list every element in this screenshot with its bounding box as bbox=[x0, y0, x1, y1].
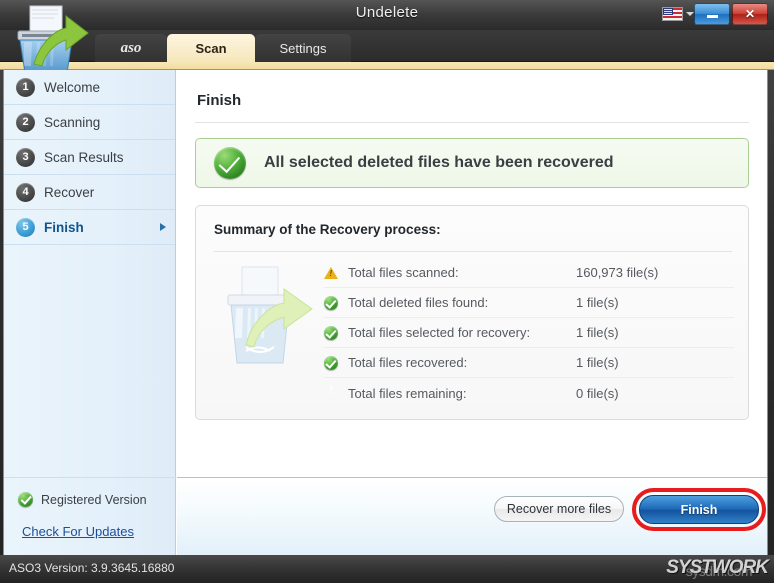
warning-triangle-icon bbox=[324, 266, 338, 280]
tab-strip-divider bbox=[0, 62, 774, 70]
sidebar-item-label: Welcome bbox=[44, 80, 100, 95]
sidebar-item-welcome[interactable]: 1 Welcome bbox=[4, 70, 175, 105]
summary-row-value: 1 file(s) bbox=[576, 355, 619, 370]
success-banner: All selected deleted files have been rec… bbox=[195, 138, 749, 188]
tab-settings[interactable]: Settings bbox=[255, 34, 351, 62]
summary-row: Total files selected for recovery: 1 fil… bbox=[324, 318, 734, 348]
recover-more-files-button[interactable]: Recover more files bbox=[494, 496, 624, 522]
registered-status: Registered Version bbox=[18, 492, 147, 507]
window-title: Undelete bbox=[0, 4, 774, 21]
title-divider bbox=[195, 122, 749, 123]
green-check-icon bbox=[18, 492, 33, 507]
step-number: 2 bbox=[16, 113, 35, 132]
sidebar-item-label: Recover bbox=[44, 185, 94, 200]
status-bar: ASO3 Version: 3.9.3645.16880 SYSTWORK sy… bbox=[0, 555, 774, 583]
summary-row-value: 0 file(s) bbox=[576, 386, 619, 401]
chevron-right-icon bbox=[160, 223, 166, 231]
application-body: 1 Welcome 2 Scanning 3 Scan Results 4 Re… bbox=[3, 70, 768, 555]
language-selector[interactable] bbox=[662, 5, 696, 23]
us-flag-icon bbox=[662, 7, 683, 21]
chevron-down-icon bbox=[686, 12, 694, 16]
sidebar-footer: Registered Version Check For Updates bbox=[4, 477, 176, 555]
finish-button-label: Finish bbox=[681, 503, 718, 517]
step-number: 5 bbox=[16, 218, 35, 237]
summary-row-label: Total files scanned: bbox=[348, 265, 576, 280]
sidebar-item-recover[interactable]: 4 Recover bbox=[4, 175, 175, 210]
minimize-button[interactable] bbox=[694, 3, 730, 25]
undelete-logo-icon bbox=[4, 2, 96, 78]
tab-settings-label: Settings bbox=[280, 41, 327, 56]
sidebar-item-finish[interactable]: 5 Finish bbox=[4, 210, 175, 245]
shredder-recover-icon bbox=[218, 261, 318, 376]
check-for-updates-link[interactable]: Check For Updates bbox=[22, 524, 134, 539]
summary-row-label: Total files remaining: bbox=[348, 386, 576, 401]
summary-row-label: Total deleted files found: bbox=[348, 295, 576, 310]
version-text: ASO3 Version: 3.9.3645.16880 bbox=[9, 561, 174, 575]
application-window: Undelete ✕ aso Scan Settings Demo Help ▼ bbox=[0, 0, 774, 583]
close-button[interactable]: ✕ bbox=[732, 3, 768, 25]
registered-label: Registered Version bbox=[41, 493, 147, 507]
summary-divider bbox=[214, 251, 732, 252]
sidebar-item-scan-results[interactable]: 3 Scan Results bbox=[4, 140, 175, 175]
summary-row-value: 1 file(s) bbox=[576, 325, 619, 340]
title-bar: Undelete ✕ bbox=[0, 0, 774, 30]
sidebar-item-label: Scanning bbox=[44, 115, 100, 130]
recover-more-files-label: Recover more files bbox=[507, 502, 611, 516]
green-check-icon bbox=[214, 147, 246, 179]
sidebar: 1 Welcome 2 Scanning 3 Scan Results 4 Re… bbox=[4, 70, 176, 555]
tab-aso[interactable]: aso bbox=[95, 34, 167, 62]
summary-row-label: Total files selected for recovery: bbox=[348, 325, 576, 340]
sidebar-item-scanning[interactable]: 2 Scanning bbox=[4, 105, 175, 140]
watermark-overlay-text: sysdm.com bbox=[686, 563, 752, 579]
sidebar-item-label: Finish bbox=[44, 220, 84, 235]
summary-row: Total files remaining: 0 file(s) bbox=[324, 378, 734, 408]
tab-scan[interactable]: Scan bbox=[167, 34, 255, 62]
error-exclamation-icon bbox=[324, 386, 338, 400]
summary-rows: Total files scanned: 160,973 file(s) Tot… bbox=[324, 258, 734, 408]
tab-aso-label: aso bbox=[121, 40, 142, 57]
green-check-icon bbox=[324, 356, 338, 370]
summary-row: Total files scanned: 160,973 file(s) bbox=[324, 258, 734, 288]
green-check-icon bbox=[324, 326, 338, 340]
summary-row-label: Total files recovered: bbox=[348, 355, 576, 370]
summary-row: Total deleted files found: 1 file(s) bbox=[324, 288, 734, 318]
summary-title: Summary of the Recovery process: bbox=[214, 222, 441, 237]
step-number: 4 bbox=[16, 183, 35, 202]
summary-panel: Summary of the Recovery process: bbox=[195, 205, 749, 420]
step-number: 1 bbox=[16, 78, 35, 97]
page-title: Finish bbox=[197, 92, 241, 109]
summary-row-value: 1 file(s) bbox=[576, 295, 619, 310]
summary-row: Total files recovered: 1 file(s) bbox=[324, 348, 734, 378]
success-banner-text: All selected deleted files have been rec… bbox=[264, 154, 614, 172]
summary-row-value: 160,973 file(s) bbox=[576, 265, 658, 280]
minimize-icon bbox=[707, 15, 718, 18]
step-number: 3 bbox=[16, 148, 35, 167]
close-icon: ✕ bbox=[745, 7, 755, 21]
menu-bar: aso Scan Settings Demo Help ▼ bbox=[0, 30, 774, 62]
green-check-icon bbox=[324, 296, 338, 310]
sidebar-item-label: Scan Results bbox=[44, 150, 124, 165]
tab-scan-label: Scan bbox=[195, 41, 226, 56]
button-bar: Recover more files Finish bbox=[177, 477, 768, 555]
finish-button[interactable]: Finish bbox=[639, 495, 759, 524]
